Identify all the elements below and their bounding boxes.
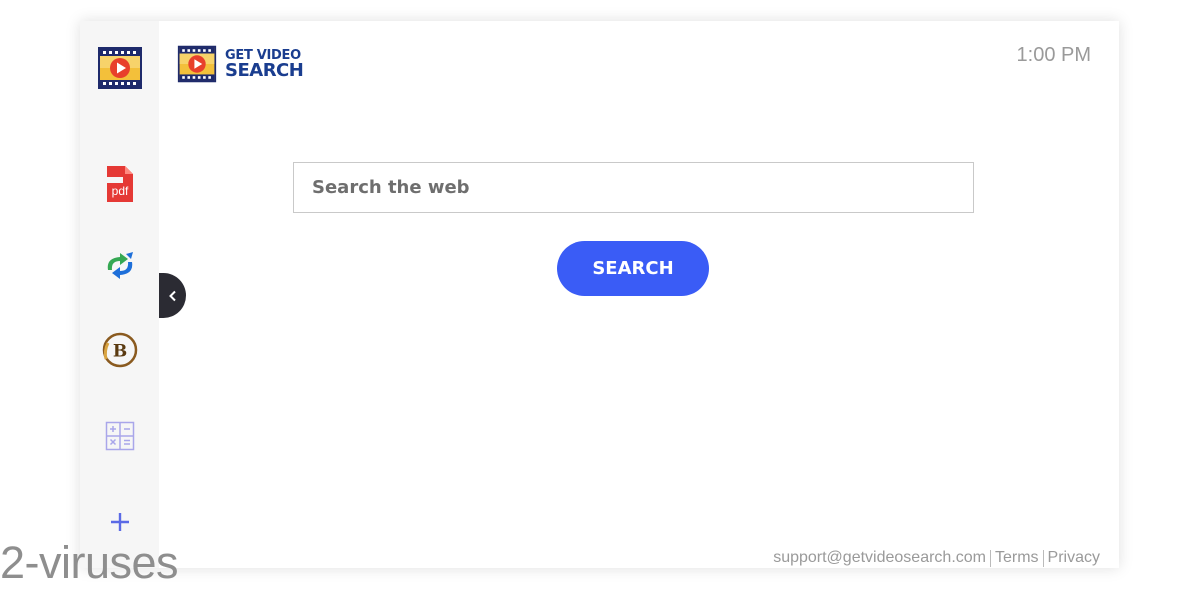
brand-line2: SEARCH bbox=[225, 59, 304, 81]
sidebar-item-bitcoin[interactable]: B bbox=[97, 327, 143, 373]
clock: 1:00 PM bbox=[1016, 44, 1091, 66]
footer: support@getvideosearch.com Terms Privacy bbox=[773, 549, 1100, 567]
privacy-link[interactable]: Privacy bbox=[1048, 549, 1100, 567]
new-tab-page: pdf B GET VIDEO SEARCH 1:00 PM Search th… bbox=[80, 21, 1119, 568]
film-play-icon bbox=[98, 47, 142, 89]
sidebar-item-calculator[interactable] bbox=[97, 413, 143, 459]
footer-divider bbox=[1042, 549, 1044, 567]
search-box[interactable] bbox=[293, 162, 974, 213]
support-email-link[interactable]: support@getvideosearch.com bbox=[773, 549, 986, 567]
watermark: 2-viruses bbox=[0, 537, 179, 588]
sidebar-item-home[interactable] bbox=[97, 45, 143, 91]
bitcoin-icon: B bbox=[102, 332, 138, 368]
chevron-left-icon bbox=[168, 290, 176, 301]
calculator-icon bbox=[105, 421, 135, 451]
search-button[interactable]: SEARCH bbox=[557, 241, 709, 296]
convert-arrows-icon bbox=[107, 252, 133, 279]
sidebar-item-converter[interactable] bbox=[97, 243, 143, 289]
pdf-icon: pdf bbox=[103, 166, 133, 202]
footer-divider bbox=[989, 549, 991, 567]
sidebar: pdf B bbox=[80, 21, 159, 568]
pdf-icon-label: pdf bbox=[112, 184, 129, 198]
sidebar-collapse-button[interactable] bbox=[159, 273, 186, 318]
sidebar-item-pdf[interactable]: pdf bbox=[97, 161, 143, 207]
terms-link[interactable]: Terms bbox=[995, 549, 1039, 567]
brand-logo[interactable]: GET VIDEO SEARCH bbox=[177, 44, 304, 84]
bitcoin-icon-label: B bbox=[113, 342, 127, 362]
brand-name: GET VIDEO SEARCH bbox=[225, 49, 304, 81]
plus-icon bbox=[111, 513, 129, 531]
search-input[interactable] bbox=[294, 163, 973, 212]
film-play-icon bbox=[177, 45, 217, 83]
